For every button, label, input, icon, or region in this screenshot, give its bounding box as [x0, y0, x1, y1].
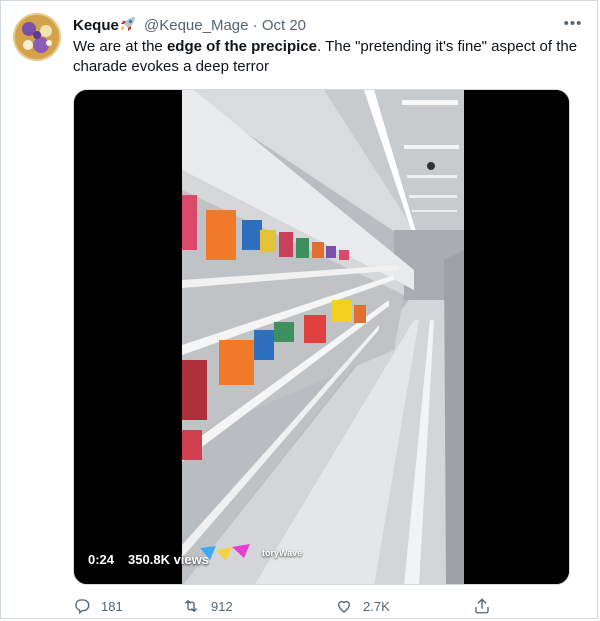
separator-dot: · [252, 17, 258, 34]
video-info: 0:24 350.8K views [88, 548, 209, 570]
author-name[interactable]: Keque [73, 17, 119, 34]
video-views: 350.8K views [128, 551, 209, 567]
tweet-text-start: We are at the [73, 38, 167, 55]
author-handle[interactable]: @Keque_Mage [144, 17, 248, 34]
share-icon [473, 597, 491, 615]
watermark-logo-icon [200, 544, 250, 561]
tweet-header: Keque @Keque_Mage · Oct 20 [73, 15, 583, 39]
watermark-text: toryWave [262, 548, 303, 558]
retweet-count: 912 [211, 598, 233, 614]
reply-count: 181 [101, 598, 123, 614]
like-button[interactable]: 2.7K [335, 597, 390, 615]
tweet-date[interactable]: Oct 20 [262, 17, 306, 34]
tweet-text-bold: edge of the precipice [166, 38, 317, 55]
retweet-icon [181, 597, 201, 615]
avatar[interactable] [13, 13, 61, 61]
like-icon [335, 597, 353, 615]
video-player[interactable]: 0:24 350.8K views toryWave [73, 89, 570, 585]
rocket-icon [119, 15, 137, 39]
share-button[interactable] [473, 597, 491, 615]
retweet-button[interactable]: 912 [181, 597, 233, 615]
reply-icon [73, 597, 91, 615]
reply-button[interactable]: 181 [73, 597, 123, 615]
more-icon[interactable]: ••• [563, 13, 583, 33]
tweet-text: We are at the edge of the precipice. The… [73, 37, 578, 77]
action-bar: 181 912 2.7K [73, 597, 513, 617]
like-count: 2.7K [363, 598, 390, 614]
video-frame [74, 90, 569, 584]
video-time: 0:24 [88, 551, 115, 567]
video-watermark: toryWave [200, 544, 302, 562]
tweet-card[interactable]: Keque @Keque_Mage · Oct 20 ••• We are at… [0, 0, 598, 619]
